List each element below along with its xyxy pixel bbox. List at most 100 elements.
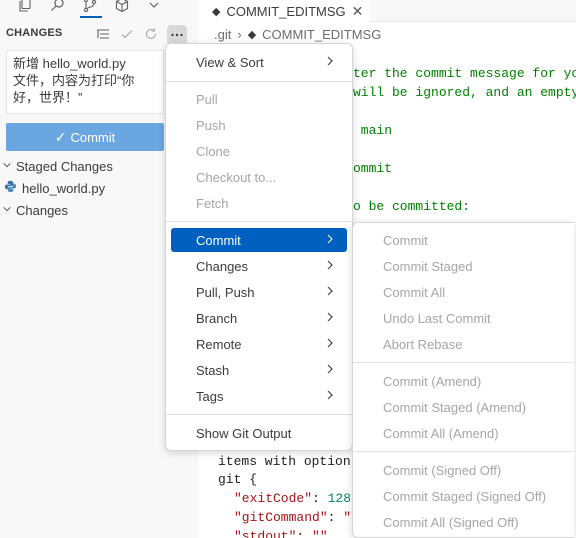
menu-item-label: Clone (196, 143, 230, 159)
menu-item-label: Commit Staged (Signed Off) (383, 488, 547, 504)
commit-submenu: Commit Commit Staged Commit All Undo Las… (352, 222, 574, 538)
check-icon: ✓ (54, 128, 67, 145)
chevron-right-icon (325, 258, 335, 272)
code-line: main (353, 123, 393, 138)
menu-item-label: Commit Staged (383, 258, 473, 274)
tab-title: COMMIT_EDITMSG (226, 3, 346, 19)
json-key: "stdout" (234, 529, 297, 538)
menu-item-label: View & Sort (196, 54, 264, 70)
menu-item-label: Pull, Push (196, 284, 255, 300)
menu-item-show-git-output[interactable]: Show Git Output (171, 421, 347, 445)
menu-item-stash[interactable]: Stash (171, 358, 347, 382)
search-icon[interactable] (50, 0, 68, 15)
code-line: o be committed: (353, 199, 471, 214)
code-line: ommit (353, 161, 393, 176)
json-string: "" (312, 529, 328, 538)
commit-button-label: Commit (70, 129, 116, 145)
log-line: git { (218, 472, 258, 487)
menu-item-clone[interactable]: Clone (171, 139, 347, 163)
menu-item-label: Commit All (Amend) (383, 425, 499, 441)
chevron-down-icon (2, 204, 16, 217)
submenu-item-commit-all-amend[interactable]: Commit All (Amend) (358, 421, 569, 445)
submenu-item-commit-signed-off[interactable]: Commit (Signed Off) (358, 458, 569, 482)
active-view-indicator (80, 16, 102, 18)
more-actions-icon[interactable] (167, 25, 187, 45)
json-key: "gitCommand" (234, 510, 328, 525)
tab-commit-editmsg[interactable]: ◆ COMMIT_EDITMSG ✕ (198, 0, 370, 22)
view-as-tree-icon[interactable] (95, 26, 113, 44)
view-switcher (0, 0, 198, 18)
more-actions-menu: View & Sort Pull Push Clone Checkout to.… (165, 43, 353, 451)
submenu-item-abort-rebase[interactable]: Abort Rebase (358, 332, 569, 356)
submenu-item-commit[interactable]: Commit (358, 228, 569, 252)
chevron-right-icon (325, 232, 335, 246)
menu-item-commit[interactable]: Commit (171, 228, 347, 252)
python-file-icon (4, 180, 18, 196)
breadcrumb: .git › ◆ COMMIT_EDITMSG (198, 24, 576, 44)
commit-button[interactable]: ✓ Commit (6, 123, 164, 151)
submenu-item-commit-staged-amend[interactable]: Commit Staged (Amend) (358, 395, 569, 419)
chevron-down-icon[interactable] (146, 0, 164, 15)
json-number: 128 (327, 491, 352, 506)
menu-item-tags[interactable]: Tags (171, 384, 347, 408)
chevron-right-icon (325, 336, 335, 350)
menu-item-label: Checkout to... (196, 169, 277, 185)
log-line-gitcommand: "gitCommand": " (234, 510, 352, 525)
menu-item-checkout[interactable]: Checkout to... (171, 165, 347, 189)
menu-item-view-sort[interactable]: View & Sort (171, 50, 347, 74)
submenu-item-commit-all-signed-off[interactable]: Commit All (Signed Off) (358, 510, 569, 534)
submenu-item-commit-staged-signed-off[interactable]: Commit Staged (Signed Off) (358, 484, 569, 508)
menu-item-label: Commit (383, 232, 428, 248)
chevron-down-icon (2, 160, 16, 173)
menu-separator (166, 81, 352, 82)
commit-message-input[interactable]: 新增 hello_world.py 文件，内容为打印“你 好，世界！” (6, 50, 164, 114)
log-line-stdout: "stdout": "" (234, 527, 328, 538)
changes-header: CHANGES (0, 24, 198, 45)
chevron-right-icon (325, 388, 335, 402)
menu-item-remote[interactable]: Remote (171, 332, 347, 356)
menu-item-label: Stash (196, 362, 230, 378)
breadcrumb-folder[interactable]: .git (214, 27, 231, 42)
menu-separator (166, 221, 352, 222)
submenu-item-commit-amend[interactable]: Commit (Amend) (358, 369, 569, 393)
json-string: " (343, 510, 352, 525)
chevron-right-icon (325, 54, 335, 68)
submenu-item-commit-staged[interactable]: Commit Staged (358, 254, 569, 278)
changes-label: Changes (16, 202, 69, 218)
close-icon[interactable]: ✕ (352, 3, 364, 20)
commit-check-icon[interactable] (119, 26, 137, 44)
submenu-item-commit-all[interactable]: Commit All (358, 280, 569, 304)
chevron-right-icon (325, 362, 335, 376)
section-title: CHANGES (6, 27, 63, 39)
menu-item-pull-push[interactable]: Pull, Push (171, 280, 347, 304)
menu-item-fetch[interactable]: Fetch (171, 191, 347, 215)
menu-item-label: Commit All (383, 284, 446, 300)
chevron-right-icon: › (237, 26, 242, 42)
source-control-icon[interactable] (82, 0, 100, 15)
submenu-item-undo-last-commit[interactable]: Undo Last Commit (358, 306, 569, 330)
menu-item-branch[interactable]: Branch (171, 306, 347, 330)
menu-item-label: Tags (196, 388, 224, 404)
menu-item-label: Commit All (Signed Off) (383, 514, 519, 530)
extensions-icon[interactable] (114, 0, 132, 15)
menu-item-label: Push (196, 117, 226, 133)
menu-separator (166, 414, 352, 415)
code-line: will be ignored, and an empty (353, 85, 576, 100)
menu-item-label: Fetch (196, 195, 229, 211)
refresh-icon[interactable] (143, 26, 161, 44)
git-file-icon: ◆ (247, 28, 257, 41)
menu-item-label: Commit (Signed Off) (383, 462, 502, 478)
log-line-exitcode: "exitCode": 128 (234, 491, 352, 506)
staged-changes-label: Staged Changes (16, 158, 113, 174)
menu-item-label: Commit (Amend) (383, 373, 482, 389)
menu-separator (353, 362, 574, 363)
menu-item-label: Commit Staged (Amend) (383, 399, 527, 415)
menu-item-label: Abort Rebase (383, 336, 463, 352)
staged-file-name: hello_world.py (22, 180, 106, 196)
menu-item-label: Remote (196, 336, 242, 352)
menu-item-pull[interactable]: Pull (171, 87, 347, 111)
menu-item-changes[interactable]: Changes (171, 254, 347, 278)
explorer-icon[interactable] (18, 0, 36, 15)
breadcrumb-file[interactable]: COMMIT_EDITMSG (262, 27, 381, 42)
menu-item-push[interactable]: Push (171, 113, 347, 137)
